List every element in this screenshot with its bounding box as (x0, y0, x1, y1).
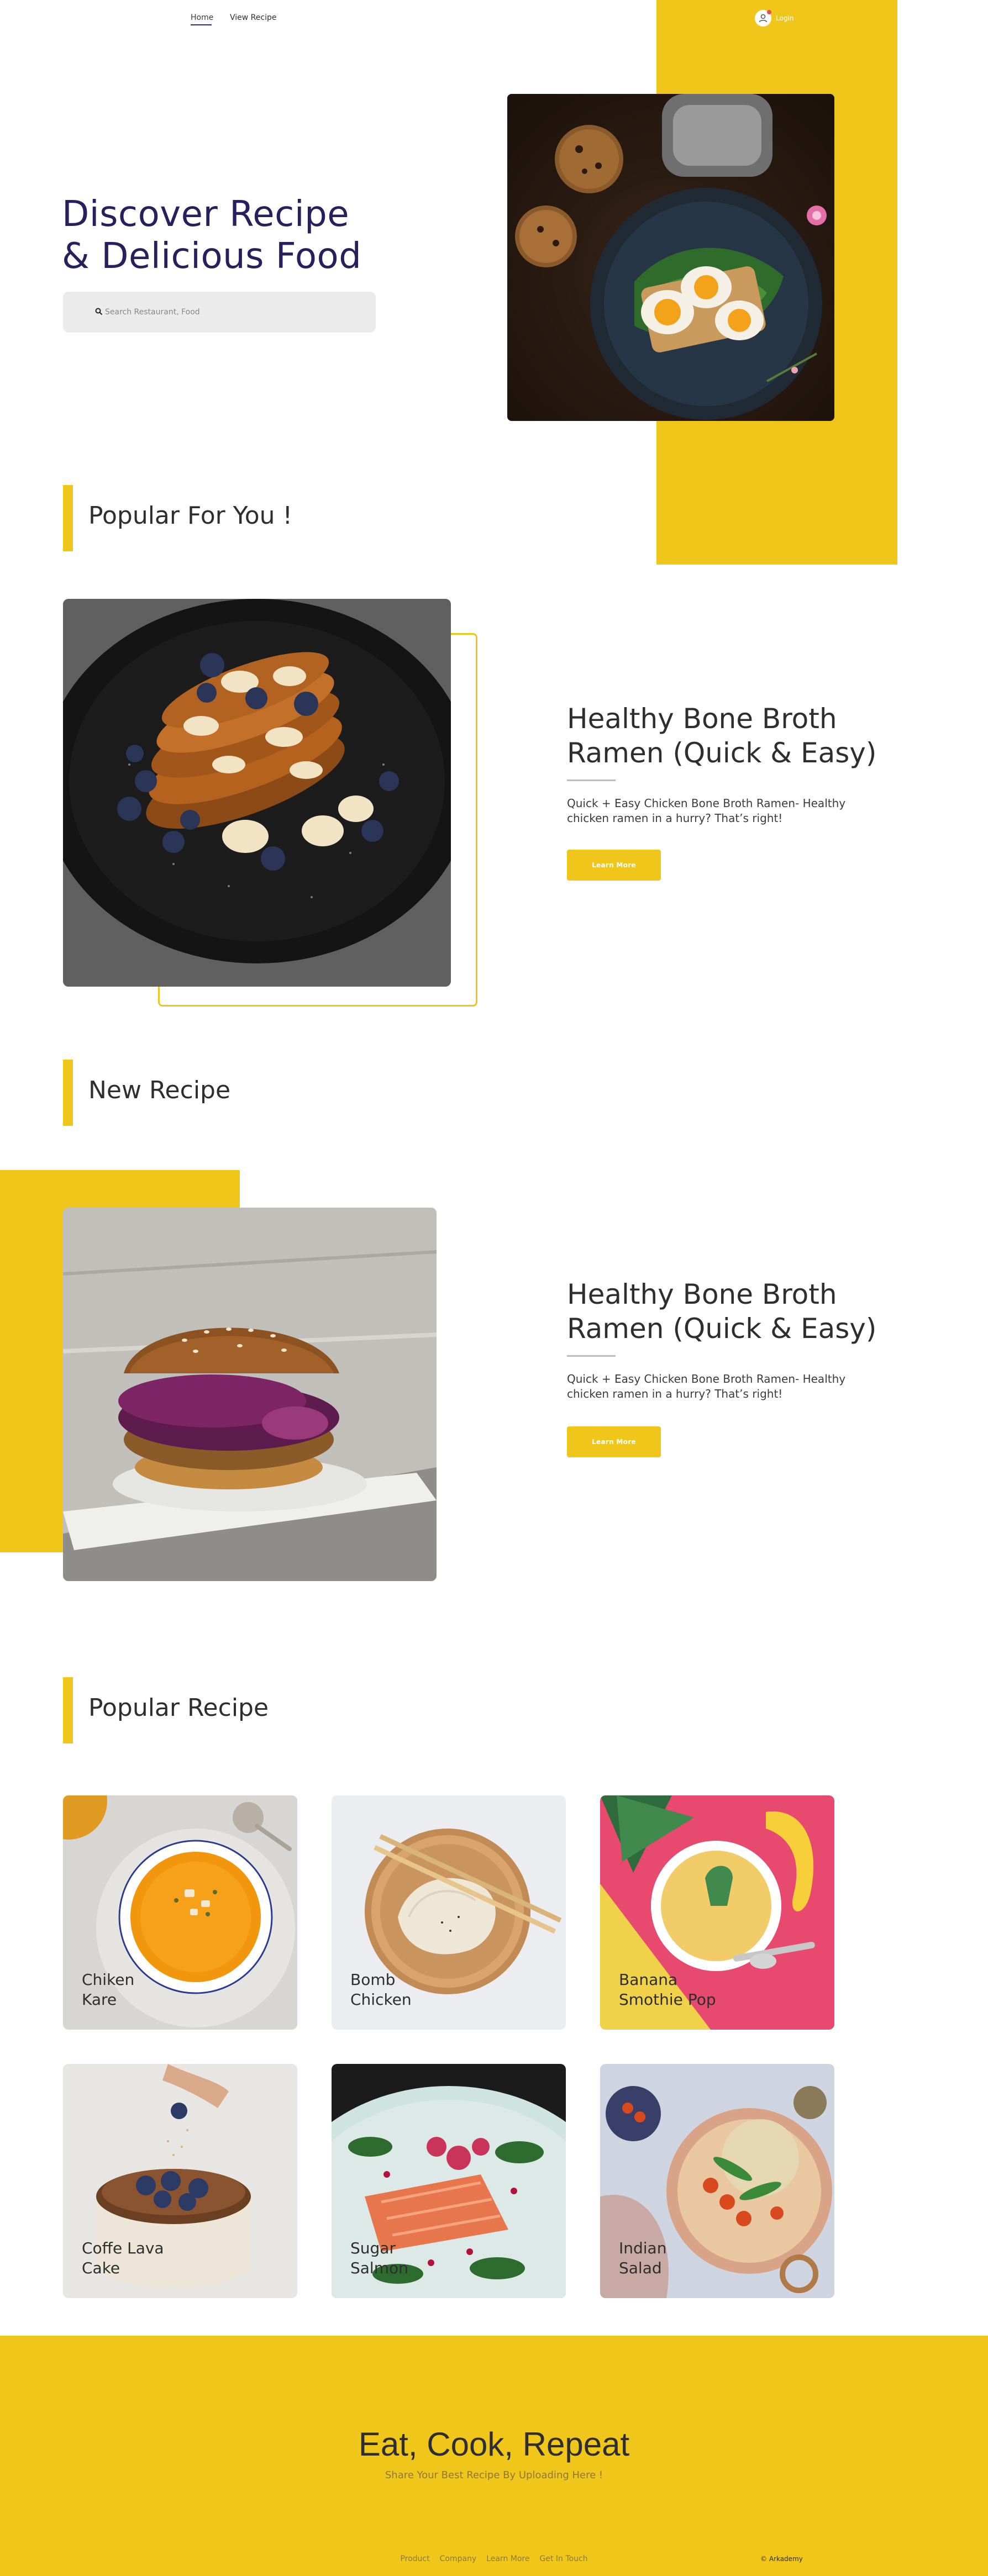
recipe-card-coffe-lava-cake[interactable]: Coffe Lava Cake (63, 2064, 297, 2298)
footer-copyright: © Arkademy (760, 2555, 803, 2563)
new-recipe-image (63, 1208, 437, 1581)
feature2-desc-line1: Quick + Easy Chicken Bone Broth Ramen- H… (567, 1372, 846, 1386)
new-recipe-title: New Recipe (88, 1076, 231, 1104)
hero-title: Discover Recipe & Delicious Food (62, 193, 404, 277)
footer-link-learn-more[interactable]: Learn More (486, 2554, 529, 2563)
popular-for-you-bar (63, 485, 73, 551)
feature1-title-line2: Ramen (Quick & Easy) (567, 737, 877, 769)
footer-subtitle: Share Your Best Recipe By Uploading Here… (385, 2469, 603, 2481)
feature1-title: Healthy Bone Broth Ramen (Quick & Easy) (567, 702, 921, 770)
footer-title: Eat, Cook, Repeat (358, 2426, 630, 2463)
feature1-learn-more-button[interactable]: Learn More (567, 850, 661, 881)
recipe-card-label: Sugar Salmon (350, 2239, 408, 2277)
search-bar[interactable] (63, 292, 376, 333)
feature1-desc-line2: chicken ramen in a hurry? That’s right! (567, 812, 783, 825)
popular-feature-image (63, 599, 451, 987)
recipe-card-label: Banana Smothie Pop (619, 1971, 716, 2009)
new-recipe-bar (63, 1060, 73, 1126)
feature2-title: Healthy Bone Broth Ramen (Quick & Easy) (567, 1277, 921, 1346)
feature2-learn-more-button[interactable]: Learn More (567, 1426, 661, 1457)
feature2-rule (567, 1355, 616, 1357)
login-label: Login (776, 14, 794, 22)
hero-title-line1: Discover Recipe (62, 194, 350, 235)
feature1-desc-line1: Quick + Easy Chicken Bone Broth Ramen- H… (567, 797, 846, 810)
recipe-card-bomb-chicken[interactable]: Bomb Chicken (332, 1795, 566, 2030)
recipe-card-banana-smothie-pop[interactable]: Banana Smothie Pop (600, 1795, 834, 2030)
nav-active-underline (191, 24, 212, 25)
popular-recipe-title: Popular Recipe (88, 1694, 269, 1722)
recipe-card-chiken-kare[interactable]: Chiken Kare (63, 1795, 297, 2030)
nav-view-recipe-link[interactable]: View Recipe (230, 13, 276, 22)
feature1-description: Quick + Easy Chicken Bone Broth Ramen- H… (567, 796, 910, 826)
recipe-card-indian-salad[interactable]: Indian Salad (600, 2064, 834, 2298)
footer-link-get-in-touch[interactable]: Get In Touch (540, 2554, 588, 2563)
feature2-title-line2: Ramen (Quick & Easy) (567, 1313, 877, 1345)
popular-recipe-bar (63, 1677, 73, 1743)
recipe-card-label: Indian Salad (619, 2239, 667, 2277)
search-input[interactable] (105, 308, 376, 317)
feature1-rule (567, 779, 616, 781)
footer-link-company[interactable]: Company (440, 2554, 477, 2563)
feature2-title-line1: Healthy Bone Broth (567, 1278, 837, 1310)
hero-image (507, 94, 834, 421)
footer-link-product[interactable]: Product (400, 2554, 429, 2563)
popular-for-you-title: Popular For You ! (88, 502, 293, 530)
nav-home-link[interactable]: Home (191, 13, 213, 22)
recipe-card-label: Chiken Kare (82, 1971, 135, 2009)
footer-links: Product Company Learn More Get In Touch (0, 2554, 988, 2563)
recipe-card-label: Coffe Lava Cake (82, 2239, 164, 2277)
hero-title-line2: & Delicious Food (62, 236, 362, 277)
feature1-title-line1: Healthy Bone Broth (567, 703, 837, 735)
login-button[interactable]: Login (755, 10, 793, 27)
recipe-card-sugar-salmon[interactable]: Sugar Salmon (332, 2064, 566, 2298)
feature2-desc-line2: chicken ramen in a hurry? That’s right! (567, 1387, 783, 1400)
search-icon (95, 307, 103, 318)
notification-dot (767, 10, 771, 14)
recipe-card-label: Bomb Chicken (350, 1971, 412, 2009)
feature2-description: Quick + Easy Chicken Bone Broth Ramen- H… (567, 1372, 910, 1402)
